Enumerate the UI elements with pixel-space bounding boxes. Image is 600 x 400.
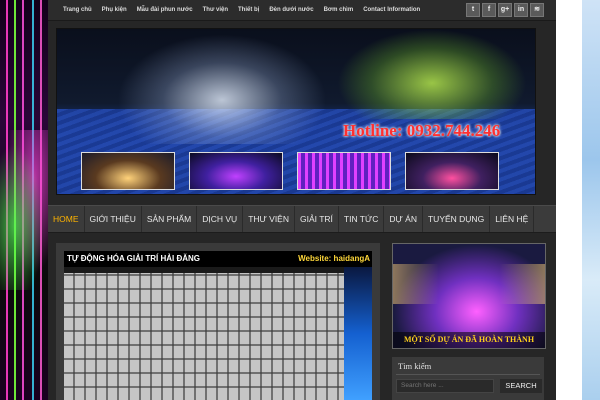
banner-thumbnail bbox=[297, 152, 391, 190]
video-player[interactable]: TỰ ĐỘNG HÓA GIẢI TRÍ HẢI ĐĂNG Website: h… bbox=[64, 251, 372, 400]
rss-icon[interactable]: ≋ bbox=[530, 3, 544, 17]
nav-products[interactable]: SẢN PHẨM bbox=[142, 206, 198, 232]
topnav-contact[interactable]: Contact Information bbox=[358, 0, 425, 20]
banner-thumbnail bbox=[81, 152, 175, 190]
twitter-icon[interactable]: t bbox=[466, 3, 480, 17]
topnav-fountain-models[interactable]: Mẫu đài phun nước bbox=[132, 0, 198, 20]
nav-library[interactable]: THƯ VIỆN bbox=[243, 206, 295, 232]
facebook-icon[interactable]: f bbox=[482, 3, 496, 17]
topnav-accessories[interactable]: Phụ kiện bbox=[97, 0, 132, 20]
hotline-text: Hotline: 0932.744.246 bbox=[343, 121, 501, 140]
top-bar: Trang chủ Phụ kiện Mẫu đài phun nước Thư… bbox=[48, 0, 556, 21]
completed-projects-banner[interactable]: MỘT SỐ DỰ ÁN ĐÃ HOÀN THÀNH bbox=[392, 243, 546, 349]
banner-thumbnail bbox=[189, 152, 283, 190]
right-background-image bbox=[556, 0, 600, 400]
nav-contact[interactable]: LIÊN HỆ bbox=[490, 206, 535, 232]
topnav-equipment[interactable]: Thiết bị bbox=[233, 0, 264, 20]
social-links: t f g+ in ≋ bbox=[466, 3, 544, 17]
topnav-submersible-pumps[interactable]: Bơm chìm bbox=[319, 0, 359, 20]
video-frame bbox=[64, 273, 344, 400]
search-button[interactable]: SEARCH bbox=[500, 379, 542, 393]
nav-projects[interactable]: DỰ ÁN bbox=[384, 206, 423, 232]
topnav-underwater-lights[interactable]: Đèn dưới nước bbox=[264, 0, 318, 20]
search-widget: Tìm kiếm SEARCH bbox=[392, 357, 544, 400]
video-title: TỰ ĐỘNG HÓA GIẢI TRÍ HẢI ĐĂNG bbox=[67, 254, 201, 263]
page-wrapper: Trang chủ Phụ kiện Mẫu đài phun nước Thư… bbox=[48, 0, 556, 400]
google-plus-icon[interactable]: g+ bbox=[498, 3, 512, 17]
topnav-home[interactable]: Trang chủ bbox=[58, 0, 97, 20]
divider bbox=[396, 374, 540, 375]
banner-thumbnail bbox=[405, 152, 499, 190]
main-content: TỰ ĐỘNG HÓA GIẢI TRÍ HẢI ĐĂNG Website: h… bbox=[56, 243, 380, 400]
search-input[interactable] bbox=[396, 379, 494, 393]
main-navigation: HOME GIỚI THIỆU SẢN PHẨM DỊCH VỤ THƯ VIỆ… bbox=[48, 205, 556, 233]
promo-caption: MỘT SỐ DỰ ÁN ĐÃ HOÀN THÀNH bbox=[393, 332, 545, 348]
promo-buildings bbox=[393, 264, 545, 304]
header-banner[interactable]: Hotline: 0932.744.246 bbox=[56, 28, 536, 195]
top-navigation: Trang chủ Phụ kiện Mẫu đài phun nước Thư… bbox=[58, 0, 425, 20]
nav-about[interactable]: GIỚI THIỆU bbox=[85, 206, 142, 232]
left-fountain-glow bbox=[0, 130, 48, 290]
banner-thumbnails bbox=[81, 152, 499, 190]
topnav-library[interactable]: Thư viện bbox=[198, 0, 233, 20]
nav-careers[interactable]: TUYỂN DỤNG bbox=[423, 206, 491, 232]
banner-fountain-right bbox=[337, 29, 527, 119]
nav-home[interactable]: HOME bbox=[48, 206, 85, 232]
video-website: Website: haidangA bbox=[298, 254, 370, 263]
nav-entertainment[interactable]: GIẢI TRÍ bbox=[295, 206, 339, 232]
nav-news[interactable]: TIN TỨC bbox=[339, 206, 385, 232]
linkedin-icon[interactable]: in bbox=[514, 3, 528, 17]
search-title: Tìm kiếm bbox=[398, 361, 432, 371]
banner-fountain-left bbox=[117, 34, 327, 144]
left-background-image bbox=[0, 0, 48, 400]
nav-services[interactable]: DỊCH VỤ bbox=[197, 206, 244, 232]
video-header: TỰ ĐỘNG HÓA GIẢI TRÍ HẢI ĐĂNG Website: h… bbox=[64, 251, 372, 267]
right-sky-image bbox=[582, 0, 600, 400]
video-side-image bbox=[344, 267, 372, 400]
